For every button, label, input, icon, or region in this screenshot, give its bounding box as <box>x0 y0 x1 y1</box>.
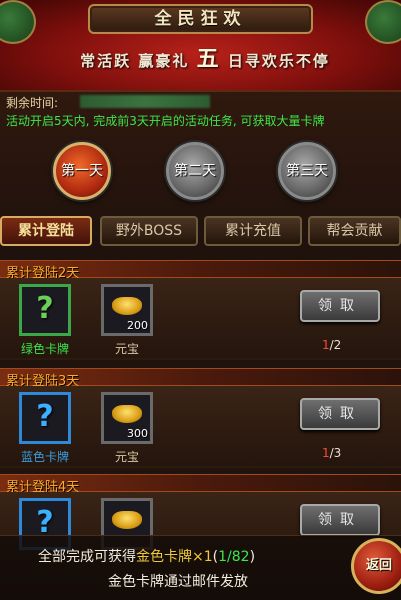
day-3-button[interactable]: 第三天 <box>278 142 336 200</box>
reward-row: 累计登陆2天 ? 绿色卡牌 200 元宝 领取 1/2 <box>0 260 401 360</box>
back-label: 返回 <box>365 558 392 573</box>
claim-button[interactable]: 领取 <box>300 398 380 430</box>
back-button[interactable]: 返回 <box>351 538 401 594</box>
title-plate: 全民狂欢 <box>88 4 313 34</box>
banner-slogan-big: 五 <box>196 46 221 72</box>
card-label: 绿色卡牌 <box>20 342 69 356</box>
ingot-slot[interactable]: 300 <box>101 392 153 444</box>
category-tabs: 累计登陆 野外BOSS 累计充值 帮会贡献 <box>0 212 401 250</box>
progress-total: /2 <box>329 338 342 352</box>
completion-reward-text: 全部完成可获得金色卡牌×1(1/82) <box>38 546 255 566</box>
banner-slogan-pre: 常活跃 赢豪礼 <box>80 52 190 70</box>
progress-current: 1 <box>322 446 330 460</box>
gold-ingot-icon <box>112 405 142 423</box>
banner-slogan: 常活跃 赢豪礼 五 日寻欢乐不停 <box>40 44 370 74</box>
card-label: 蓝色卡牌 <box>20 450 69 464</box>
page-title: 全民狂欢 <box>154 9 247 29</box>
header-banner: 全民狂欢 常活跃 赢豪礼 五 日寻欢乐不停 <box>0 0 401 92</box>
progress-current: 1 <box>322 338 330 352</box>
blue-card-slot[interactable]: ? <box>19 392 71 444</box>
day-3-label: 第三天 <box>286 163 328 179</box>
tab-recharge[interactable]: 累计充值 <box>204 216 302 246</box>
reward-row-header: 累计登陆3天 <box>0 368 401 389</box>
question-mark-icon: ? <box>36 291 54 326</box>
event-info: 剩余时间: 活动开启5天内, 完成前3天开启的活动任务, 可获取大量卡牌 <box>0 92 401 132</box>
day-2-button[interactable]: 第二天 <box>166 142 224 200</box>
day-2-label: 第二天 <box>174 163 216 179</box>
tab-guild[interactable]: 帮会贡献 <box>308 216 401 246</box>
footer-reward-summary: 全部完成可获得金色卡牌×1(1/82) 金色卡牌通过邮件发放 <box>0 535 401 600</box>
tab-boss-label: 野外BOSS <box>115 223 183 239</box>
activity-note: 活动开启5天内, 完成前3天开启的活动任务, 可获取大量卡牌 <box>6 114 325 128</box>
tab-login[interactable]: 累计登陆 <box>0 216 92 246</box>
tab-login-label: 累计登陆 <box>18 223 74 239</box>
gold-card-reward: 金色卡牌×1 <box>136 549 213 565</box>
remaining-time-value <box>80 95 210 108</box>
reward-row: 累计登陆3天 ? 蓝色卡牌 300 元宝 领取 1/3 <box>0 368 401 468</box>
completion-reward-pre: 全部完成可获得 <box>38 549 136 565</box>
event-screen: 全民狂欢 常活跃 赢豪礼 五 日寻欢乐不停 剩余时间: 活动开启5天内, 完成前… <box>0 0 401 600</box>
remaining-time-label: 剩余时间: <box>6 96 59 110</box>
gold-ingot-icon <box>112 511 142 529</box>
reward-row-body: ? 绿色卡牌 200 元宝 领取 1/2 <box>0 278 401 360</box>
ingot-label: 元宝 <box>114 450 139 464</box>
ingot-label: 元宝 <box>114 342 139 356</box>
day-1-label: 第一天 <box>61 163 103 179</box>
completion-count: 1/82 <box>218 549 250 565</box>
completion-count-close: ) <box>249 549 256 565</box>
ingot-quantity: 200 <box>127 319 148 332</box>
gold-ingot-icon <box>112 297 142 315</box>
progress-total: /3 <box>329 446 342 460</box>
ingot-quantity: 300 <box>127 427 148 440</box>
reward-row-header: 累计登陆4天 <box>0 474 401 495</box>
login-progress: 1/3 <box>322 446 341 460</box>
reward-row-body: ? 蓝色卡牌 300 元宝 领取 1/3 <box>0 386 401 468</box>
day-1-button[interactable]: 第一天 <box>53 142 111 200</box>
claim-button[interactable]: 领取 <box>300 290 380 322</box>
tab-boss[interactable]: 野外BOSS <box>100 216 198 246</box>
top-right-ornament <box>365 0 401 44</box>
mail-delivery-note: 金色卡牌通过邮件发放 <box>108 574 248 590</box>
tab-guild-label: 帮会贡献 <box>326 223 383 239</box>
green-card-slot[interactable]: ? <box>19 284 71 336</box>
banner-slogan-post: 日寻欢乐不停 <box>227 52 330 70</box>
ingot-slot[interactable]: 200 <box>101 284 153 336</box>
reward-row-header: 累计登陆2天 <box>0 260 401 281</box>
claim-button[interactable]: 领取 <box>300 504 380 536</box>
login-progress: 1/2 <box>322 338 341 352</box>
question-mark-icon: ? <box>36 399 54 434</box>
top-left-ornament <box>0 0 36 44</box>
tab-recharge-label: 累计充值 <box>225 223 281 239</box>
